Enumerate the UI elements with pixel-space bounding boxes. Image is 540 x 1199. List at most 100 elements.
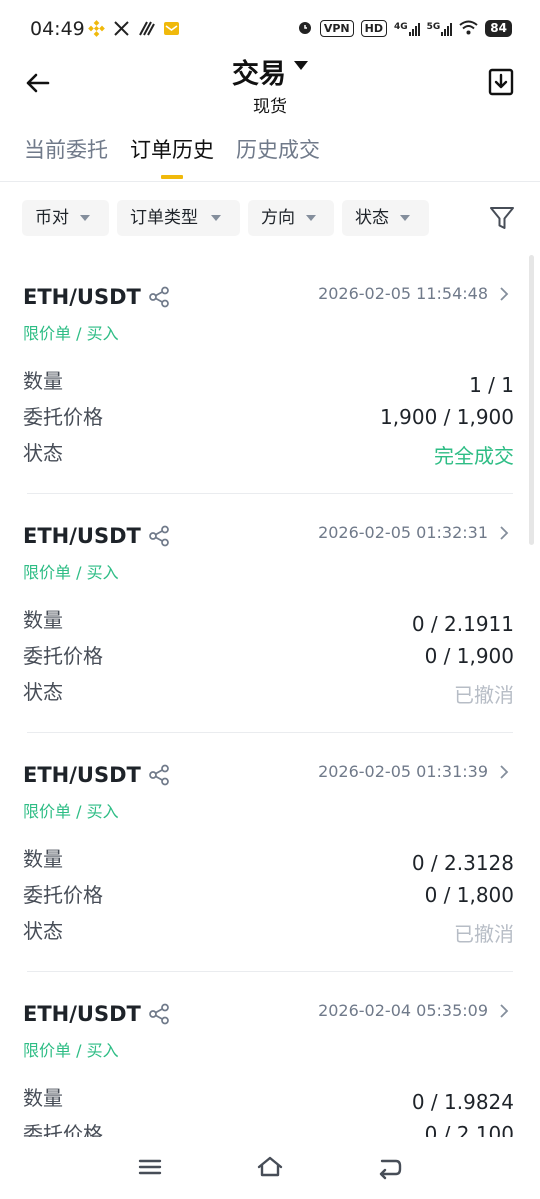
list-scrollbar[interactable]: [529, 255, 534, 545]
page-subtitle: 现货: [253, 97, 287, 117]
caret-down-icon: [80, 215, 90, 221]
advanced-filter-button[interactable]: [488, 204, 516, 232]
menu-nav-button[interactable]: [136, 1153, 164, 1181]
chevron-right-icon[interactable]: [498, 525, 510, 541]
order-time: 2026-02-05 01:31:39: [318, 762, 488, 781]
download-icon: [488, 68, 514, 96]
order-pair: ETH/USDT: [23, 524, 141, 548]
status-label: 状态: [23, 919, 63, 943]
chevron-right-icon[interactable]: [498, 286, 510, 302]
caret-down-icon: [306, 215, 316, 221]
filter-direction[interactable]: 方向: [248, 200, 334, 236]
net-5g-label: 5G: [426, 21, 441, 32]
export-button[interactable]: [488, 68, 514, 96]
vpn-badge: VPN: [319, 20, 354, 37]
price-label: 委托价格: [23, 644, 103, 668]
quantity-value: 1 / 1: [469, 373, 514, 397]
tab-order-history[interactable]: 订单历史: [130, 134, 214, 164]
quantity-label: 数量: [23, 847, 63, 871]
price-label: 委托价格: [23, 405, 103, 429]
x-app-icon: [113, 20, 130, 37]
share-icon[interactable]: [148, 286, 170, 308]
order-type: 限价单 / 买入: [23, 1041, 119, 1060]
signal-bars-icon: [441, 22, 453, 36]
share-icon[interactable]: [148, 1003, 170, 1025]
binance-icon: [88, 20, 105, 37]
hd-badge: HD: [360, 20, 387, 37]
order-time: 2026-02-05 11:54:48: [318, 284, 488, 303]
filter-status[interactable]: 状态: [342, 200, 429, 236]
quantity-value: 0 / 2.1911: [411, 612, 514, 636]
caret-down-icon: [400, 215, 410, 221]
stripes-app-icon: [138, 20, 155, 37]
tab-trade-history[interactable]: 历史成交: [236, 134, 320, 164]
status-time: 04:49: [30, 18, 85, 40]
share-icon[interactable]: [148, 764, 170, 786]
battery-indicator: 84: [485, 20, 512, 37]
filter-order-type[interactable]: 订单类型: [117, 200, 240, 236]
caret-down-icon: [294, 61, 308, 70]
app-header: 交易 现货: [0, 50, 540, 120]
filter-order-type-label: 订单类型: [130, 208, 198, 228]
mail-app-icon: [163, 20, 180, 37]
quantity-label: 数量: [23, 369, 63, 393]
status-value: 已撤消: [454, 922, 514, 946]
quantity-label: 数量: [23, 608, 63, 632]
order-card[interactable]: ETH/USDT 2026-02-04 05:35:09 限价单 / 买入 数量…: [0, 972, 540, 1137]
order-type: 限价单 / 买入: [23, 802, 119, 821]
status-value: 完全成交: [434, 444, 514, 468]
tab-open-orders[interactable]: 当前委托: [24, 134, 108, 164]
order-card[interactable]: ETH/USDT 2026-02-05 01:32:31 限价单 / 买入 数量…: [0, 494, 540, 733]
quantity-value: 0 / 1.9824: [411, 1090, 514, 1114]
chevron-right-icon[interactable]: [498, 764, 510, 780]
price-value: 0 / 1,800: [424, 883, 514, 907]
screen: 04:49 VPN HD 4G 5G 84 交易 现货 当前委托 订单历史 历史…: [0, 0, 540, 1199]
price-value: 0 / 2,100: [424, 1122, 514, 1137]
order-type: 限价单 / 买入: [23, 324, 119, 343]
status-system-icons: VPN HD 4G 5G 84: [297, 19, 512, 38]
filter-status-label: 状态: [355, 208, 389, 228]
price-label: 委托价格: [23, 1122, 103, 1137]
filter-pair-label: 币对: [35, 208, 69, 228]
filter-pair[interactable]: 币对: [22, 200, 109, 236]
status-app-icons: [88, 20, 180, 37]
signal-bars-icon: [408, 22, 420, 36]
status-label: 状态: [23, 441, 63, 465]
home-nav-button[interactable]: [256, 1153, 284, 1181]
page-title: 交易: [232, 59, 286, 90]
status-label: 状态: [23, 680, 63, 704]
quantity-value: 0 / 2.3128: [411, 851, 514, 875]
order-pair: ETH/USDT: [23, 285, 141, 309]
price-label: 委托价格: [23, 883, 103, 907]
price-value: 1,900 / 1,900: [380, 405, 514, 429]
order-time: 2026-02-05 01:32:31: [318, 523, 488, 542]
return-icon: [379, 1159, 402, 1180]
price-value: 0 / 1,900: [424, 644, 514, 668]
order-type: 限价单 / 买入: [23, 563, 119, 582]
back-nav-button[interactable]: [376, 1153, 404, 1181]
order-card[interactable]: ETH/USDT 2026-02-05 01:31:39 限价单 / 买入 数量…: [0, 733, 540, 972]
signal-4g: 4G: [394, 22, 420, 36]
signal-5g: 5G: [427, 22, 453, 36]
caret-down-icon: [211, 215, 221, 221]
status-value: 已撤消: [454, 683, 514, 707]
order-pair: ETH/USDT: [23, 763, 141, 787]
quantity-label: 数量: [23, 1086, 63, 1110]
alarm-icon: [297, 19, 313, 38]
order-history-list: ETH/USDT 2026-02-05 11:54:48 限价单 / 买入 数量…: [0, 255, 540, 1137]
chevron-right-icon[interactable]: [498, 1003, 510, 1019]
system-nav-bar: [0, 1137, 540, 1199]
order-card[interactable]: ETH/USDT 2026-02-05 11:54:48 限价单 / 买入 数量…: [0, 255, 540, 494]
order-pair: ETH/USDT: [23, 1002, 141, 1026]
filter-bar: 币对 订单类型 方向 状态: [0, 198, 540, 240]
funnel-icon: [490, 207, 514, 229]
wifi-icon: [459, 20, 478, 38]
home-icon: [257, 1156, 283, 1177]
share-icon[interactable]: [148, 525, 170, 547]
tab-bar: 当前委托 订单历史 历史成交: [0, 128, 540, 182]
title-dropdown[interactable]: 交易: [0, 52, 540, 91]
filter-direction-label: 方向: [261, 208, 295, 228]
hamburger-icon: [138, 1159, 162, 1175]
tab-active-indicator: [161, 175, 183, 179]
order-time: 2026-02-04 05:35:09: [318, 1001, 488, 1020]
